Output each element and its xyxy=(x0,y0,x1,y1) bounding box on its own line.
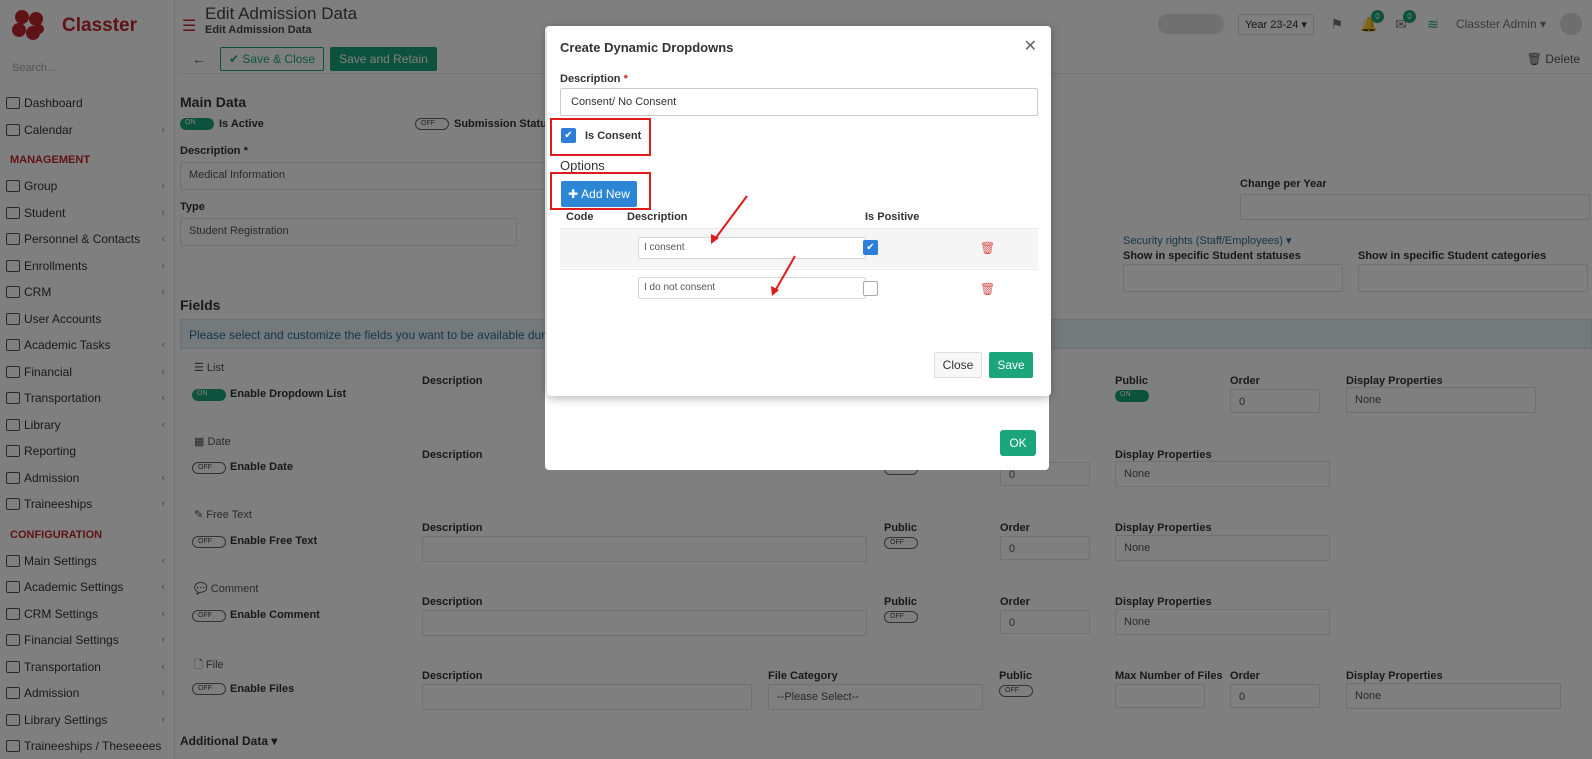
app-page: Classter Search... Dashboard Calendar‹ M… xyxy=(0,0,1592,759)
ok-button[interactable]: OK xyxy=(1000,430,1036,456)
annotation-arrow xyxy=(774,255,796,292)
save-button[interactable]: Save xyxy=(989,352,1033,378)
create-dynamic-dropdowns-modal: Create Dynamic Dropdowns ✕ Description *… xyxy=(547,26,1051,396)
annotation-arrows xyxy=(711,195,796,296)
annotation-arrow xyxy=(714,195,748,240)
close-button[interactable]: Close xyxy=(934,352,982,378)
